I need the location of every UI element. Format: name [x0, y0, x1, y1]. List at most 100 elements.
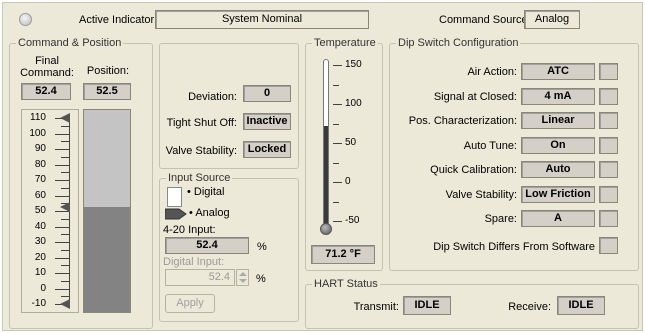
active-indicator-value: System Nominal: [155, 10, 369, 29]
command-scale-tick: [55, 133, 69, 135]
temperature-scale-label: -50: [345, 215, 360, 226]
command-scale-tick: [55, 288, 69, 290]
command-slider[interactable]: 110 100 90 80 70 60 50 40 30 20 10 0 -10: [21, 109, 79, 313]
apply-button[interactable]: Apply: [165, 294, 215, 313]
command-scale-tick: [55, 180, 69, 181]
command-scale-minor-tick: [61, 218, 69, 220]
command-scale-minor-tick: [61, 125, 69, 127]
dip-row-value: Linear: [521, 112, 595, 129]
dip-differs-label: Dip Switch Differs From Software: [433, 241, 595, 253]
dip-row-label: Quick Calibration:: [430, 164, 517, 176]
dip-row-value: On: [521, 137, 595, 154]
temperature-minor-tick: [333, 201, 339, 203]
digital-input-spinner[interactable]: [236, 269, 249, 286]
scale-bottom-marker-icon: [60, 299, 70, 309]
temperature-scale-label: 150: [345, 59, 362, 70]
spinner-up-icon[interactable]: [239, 272, 247, 276]
temperature-major-tick: [333, 221, 342, 222]
digital-input-field[interactable]: 52.4: [165, 269, 235, 286]
thermometer-bulb: [320, 223, 332, 235]
hart-status-title: HART Status: [312, 278, 380, 290]
temperature-scale-label: 100: [345, 98, 362, 109]
dip-row-indicator: [599, 112, 618, 129]
temperature-major-tick: [333, 104, 342, 105]
temperature-title: Temperature: [312, 37, 378, 49]
transmit-value: IDLE: [403, 296, 451, 315]
command-scale-minor-tick: [61, 141, 69, 143]
command-scale-minor-tick: [61, 296, 69, 298]
command-scale-tick: [55, 164, 69, 166]
dip-row-value: A: [521, 210, 595, 227]
receive-label: Receive:: [508, 301, 551, 313]
temperature-scale-label: 50: [345, 137, 357, 148]
dip-row-value: 4 mA: [521, 88, 595, 105]
dip-row-label: Auto Tune:: [463, 140, 517, 152]
temperature-minor-tick: [333, 84, 339, 86]
analog-option-arrow-icon[interactable]: [164, 208, 187, 220]
dip-row-label: Pos. Characterization:: [408, 115, 517, 127]
deviation-value: 0: [243, 85, 291, 102]
command-source-value: Analog: [524, 10, 580, 29]
input-420-value: 52.4: [165, 237, 249, 254]
digital-option-label[interactable]: • Digital: [187, 186, 225, 198]
digital-option-swatch[interactable]: [167, 187, 182, 207]
digital-input-value: 52.4: [208, 271, 230, 283]
dip-differs-indicator: [599, 237, 618, 254]
position-bar: [83, 109, 131, 313]
command-scale-tick: [55, 195, 69, 197]
tight-shutoff-value: Inactive: [243, 113, 291, 130]
command-scale-minor-tick: [61, 265, 69, 267]
thermometer: 150 100 50 0 -50: [311, 55, 377, 239]
command-scale-label: 70: [34, 174, 46, 185]
analog-option-text: Analog: [195, 207, 230, 219]
dip-row-indicator: [599, 63, 618, 80]
position-value: 52.5: [83, 83, 131, 100]
command-pointer-icon[interactable]: [60, 202, 70, 213]
temperature-minor-tick: [333, 162, 339, 164]
command-scale: 110 100 90 80 70 60 50 40 30 20 10 0 -10: [22, 110, 78, 312]
digital-input-unit: %: [256, 273, 266, 285]
command-scale-label: 90: [34, 143, 46, 154]
position-label: Position:: [86, 65, 130, 77]
command-scale-label: 110: [30, 112, 46, 123]
spinner-down-icon[interactable]: [239, 279, 247, 283]
command-scale-tick: [55, 273, 69, 274]
digital-option-bullet: •: [187, 186, 194, 198]
dip-row-label: Spare:: [484, 213, 517, 225]
dip-row-value: Auto: [521, 161, 595, 178]
command-scale-label: 30: [34, 236, 46, 247]
digital-option-text: Digital: [193, 186, 225, 198]
deviation-label: Deviation:: [188, 91, 237, 103]
receive-value: IDLE: [557, 296, 605, 315]
status-led-icon: [19, 13, 32, 26]
scale-top-marker-icon: [60, 113, 70, 123]
command-scale-minor-tick: [61, 172, 69, 174]
command-source-label: Command Source:: [439, 14, 531, 26]
command-scale-label: 20: [34, 251, 46, 263]
position-bar-fill: [84, 206, 130, 312]
active-indicator-label: Active Indicator:: [79, 14, 158, 26]
dip-row-indicator: [599, 161, 618, 178]
command-scale-label: 50: [34, 205, 46, 216]
temperature-major-tick: [333, 182, 342, 183]
input-420-label: 4-20 Input:: [163, 224, 216, 236]
temperature-minor-tick: [333, 123, 339, 125]
dip-row-label: Signal at Closed:: [433, 91, 517, 103]
dip-row-indicator: [599, 88, 618, 105]
valve-stability-label: Valve Stability:: [165, 145, 237, 157]
digital-input-label: Digital Input:: [163, 256, 225, 268]
command-scale-label: 10: [34, 267, 46, 278]
temperature-scale-label: 0: [345, 176, 351, 187]
final-command-value: 52.4: [21, 83, 71, 100]
thermometer-scale: 150 100 50 0 -50: [311, 55, 377, 239]
transmit-label: Transmit:: [353, 301, 399, 313]
temperature-major-tick: [333, 65, 342, 66]
analog-option-label[interactable]: • Analog: [189, 207, 230, 219]
command-scale-label: 80: [34, 158, 46, 170]
command-scale-minor-tick: [61, 156, 69, 158]
command-scale-label: -10: [31, 298, 46, 309]
main-panel: Active Indicator: System Nominal Command…: [2, 2, 643, 331]
tight-shutoff-label: Tight Shut Off:: [166, 117, 237, 129]
command-scale-minor-tick: [61, 234, 69, 236]
command-scale-minor-tick: [61, 249, 69, 251]
